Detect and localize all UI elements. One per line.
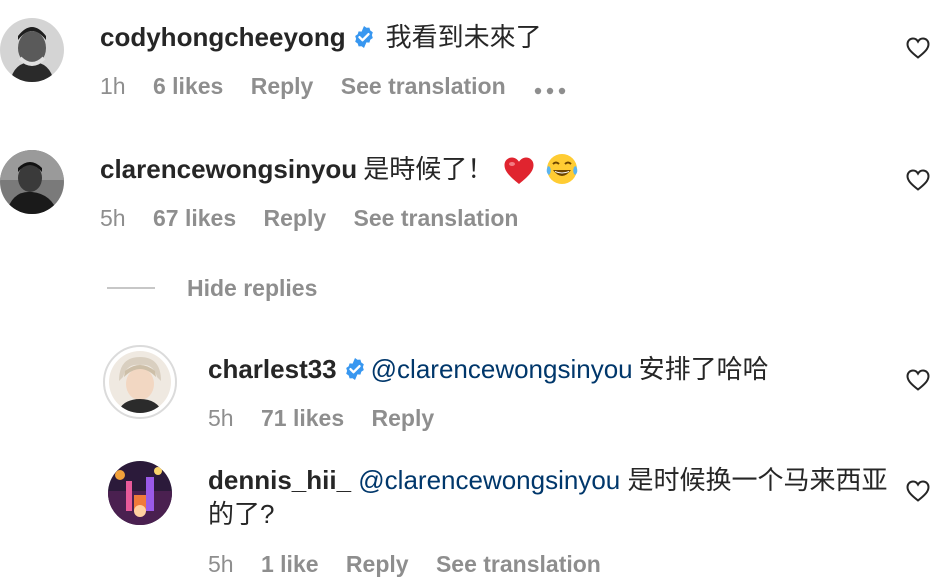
see-translation-button[interactable]: See translation — [341, 71, 506, 101]
comment-meta: 1h 6 likes Reply See translation — [100, 71, 588, 103]
comment-body: 是時候了！ — [363, 154, 494, 184]
likes-count[interactable]: 1 like — [261, 549, 319, 579]
reply-meta: 5h 1 like Reply See translation — [208, 549, 622, 579]
verified-badge-icon — [343, 355, 367, 389]
likes-count[interactable]: 6 likes — [153, 71, 223, 101]
likes-count[interactable]: 71 likes — [261, 403, 344, 433]
hide-replies-label[interactable]: Hide replies — [187, 275, 317, 302]
like-heart-icon[interactable] — [906, 480, 930, 507]
username[interactable]: dennis_hii_ — [208, 465, 351, 495]
likes-count[interactable]: 67 likes — [153, 203, 236, 233]
see-translation-button[interactable]: See translation — [354, 203, 519, 233]
more-options-icon[interactable] — [533, 73, 567, 103]
username[interactable]: clarencewongsinyou — [100, 154, 357, 184]
like-heart-icon[interactable] — [906, 369, 930, 396]
comment-body: 我看到未來了 — [385, 22, 542, 52]
avatar[interactable] — [0, 18, 64, 82]
avatar[interactable] — [108, 461, 172, 525]
timestamp[interactable]: 5h — [208, 549, 234, 579]
reply-meta: 5h 71 likes Reply — [208, 403, 455, 433]
hide-replies-toggle[interactable]: Hide replies — [107, 272, 317, 304]
reply-button[interactable]: Reply — [251, 71, 314, 101]
reply-button[interactable]: Reply — [264, 203, 327, 233]
avatar[interactable] — [0, 150, 64, 214]
mention-link[interactable]: @clarencewongsinyou — [371, 354, 633, 384]
reply-body: 安排了哈哈 — [638, 354, 769, 384]
timestamp[interactable]: 1h — [100, 71, 126, 101]
see-translation-button[interactable]: See translation — [436, 549, 601, 579]
mention-link[interactable]: @clarencewongsinyou — [358, 465, 620, 495]
reply-text-block: dennis_hii_ @clarencewongsinyou 是时候换一个马来… — [208, 463, 888, 531]
reply-text-line: charlest33 @clarencewongsinyou 安排了哈哈 — [208, 352, 769, 389]
username[interactable]: charlest33 — [208, 354, 337, 384]
comment-text-line: clarencewongsinyou 是時候了！ — [100, 152, 579, 194]
reply-button[interactable]: Reply — [346, 549, 409, 579]
heart-emoji-icon — [503, 156, 535, 194]
reply-button[interactable]: Reply — [372, 403, 435, 433]
divider-line — [107, 287, 155, 289]
username[interactable]: codyhongcheeyong — [100, 22, 346, 52]
verified-badge-icon — [352, 23, 376, 57]
timestamp[interactable]: 5h — [100, 203, 126, 233]
comment-text-line: codyhongcheeyong 我看到未來了 — [100, 20, 542, 57]
like-heart-icon[interactable] — [906, 169, 930, 196]
timestamp[interactable]: 5h — [208, 403, 234, 433]
comment-meta: 5h 67 likes Reply See translation — [100, 203, 539, 233]
like-heart-icon[interactable] — [906, 37, 930, 64]
tears-of-joy-emoji-icon — [545, 152, 579, 194]
avatar[interactable] — [103, 345, 177, 419]
